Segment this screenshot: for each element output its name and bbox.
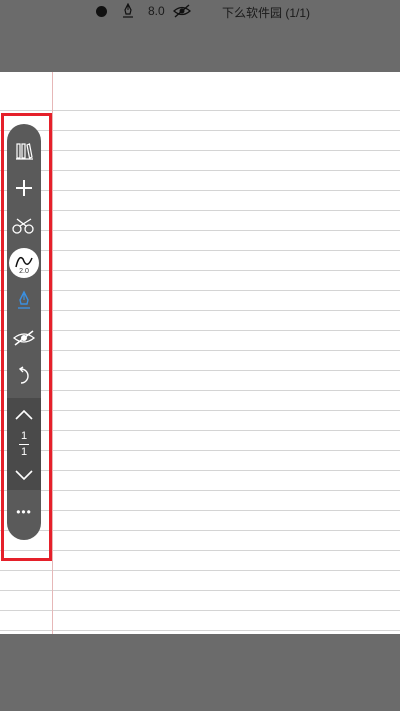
ruled-line <box>0 210 400 211</box>
ruled-line <box>0 470 400 471</box>
ruled-line <box>0 510 400 511</box>
ruled-line <box>0 630 400 631</box>
ruled-line <box>0 350 400 351</box>
margin-line <box>52 72 53 634</box>
ruled-line <box>0 270 400 271</box>
ruled-line <box>0 290 400 291</box>
ruled-line <box>0 390 400 391</box>
eye-slash-icon[interactable] <box>172 3 192 19</box>
bottom-bar <box>0 634 400 711</box>
pen-size-label: 8.0 <box>148 4 165 18</box>
pen-status-icon[interactable] <box>121 2 135 19</box>
status-bar: 8.0 下么软件园 (1/1) <box>0 2 400 22</box>
ruled-line <box>0 490 400 491</box>
ruled-line <box>0 310 400 311</box>
ruled-line <box>0 610 400 611</box>
document-title: 下么软件园 (1/1) <box>222 6 311 20</box>
ink-color-dot[interactable] <box>96 6 107 17</box>
ruled-line <box>0 170 400 171</box>
ruled-line <box>0 190 400 191</box>
ruled-line <box>0 230 400 231</box>
ruled-line <box>0 150 400 151</box>
ruled-line <box>0 330 400 331</box>
ruled-line <box>0 570 400 571</box>
notebook-page[interactable] <box>0 72 400 634</box>
ruled-line <box>0 130 400 131</box>
ruled-line <box>0 110 400 111</box>
ruled-line <box>0 550 400 551</box>
ruled-line <box>0 530 400 531</box>
ruled-line <box>0 590 400 591</box>
ruled-line <box>0 370 400 371</box>
highlight-frame <box>1 113 52 561</box>
top-bar: 8.0 下么软件园 (1/1) <box>0 0 400 72</box>
ruled-line <box>0 410 400 411</box>
ruled-line <box>0 450 400 451</box>
ruled-line <box>0 430 400 431</box>
ruled-line <box>0 250 400 251</box>
